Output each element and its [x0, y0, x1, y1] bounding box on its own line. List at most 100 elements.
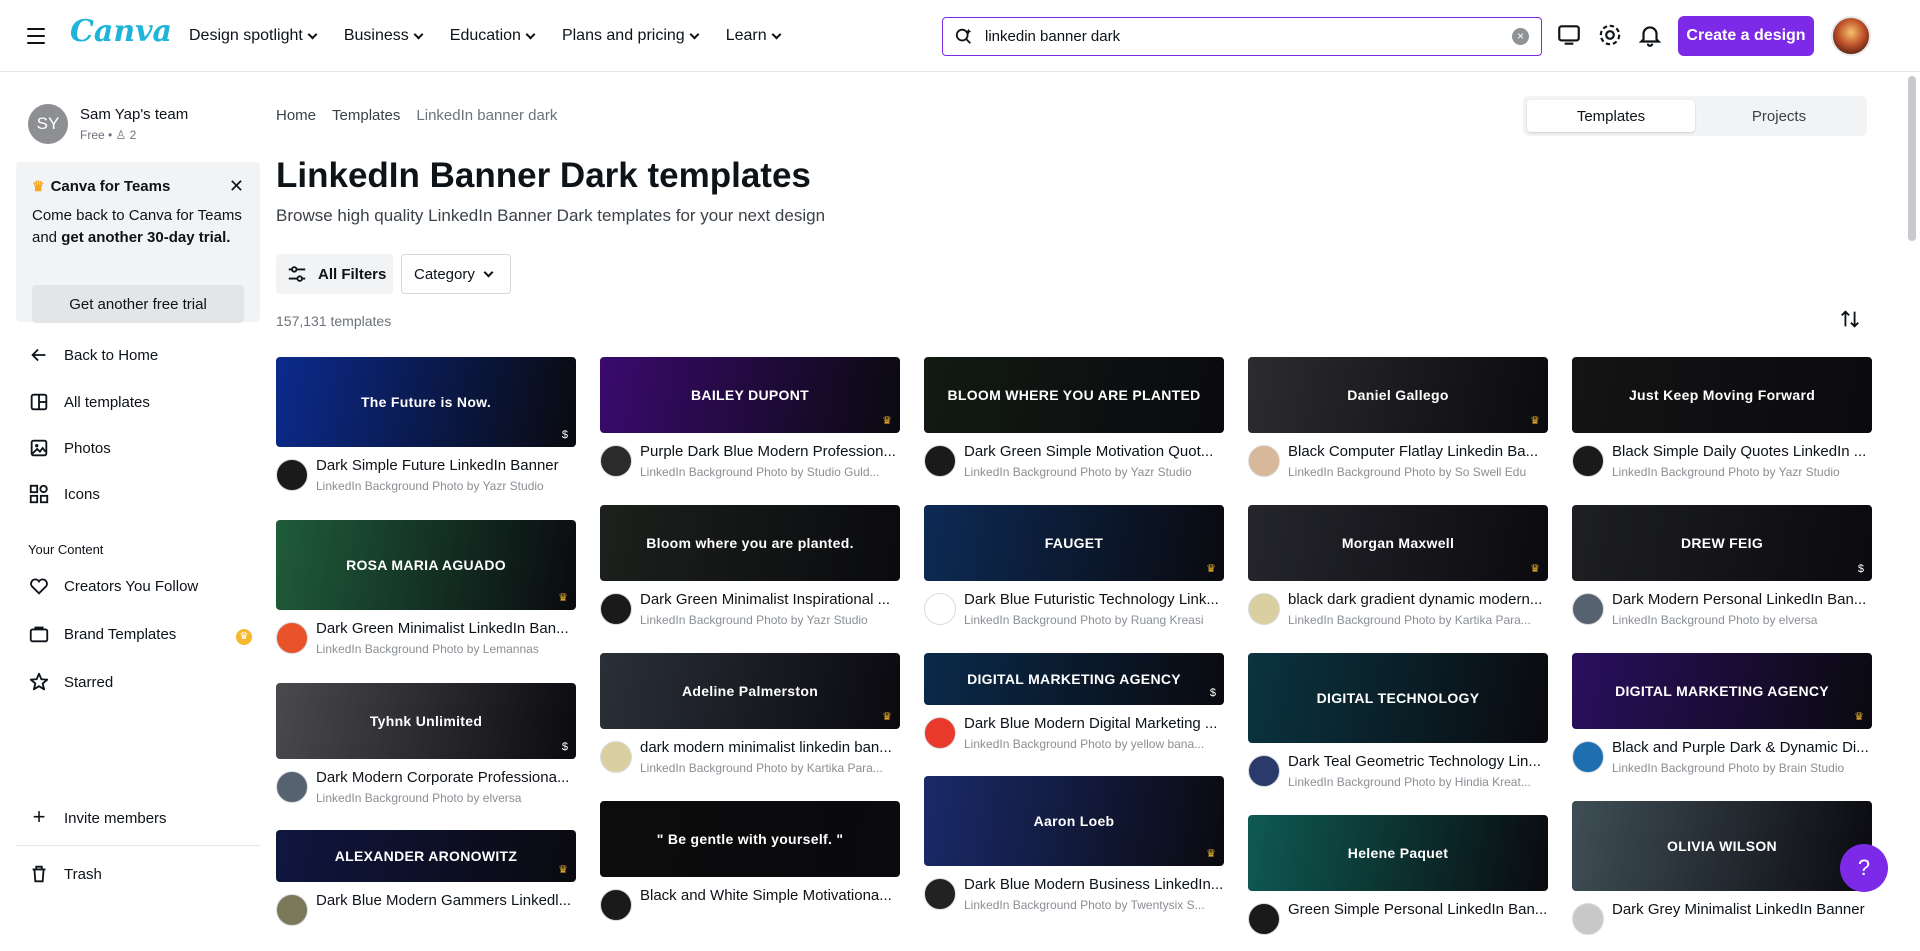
creator-avatar[interactable]: [1248, 903, 1280, 935]
creator-avatar[interactable]: [276, 622, 308, 654]
breadcrumb-home[interactable]: Home: [276, 107, 316, 124]
menu-icon[interactable]: [24, 24, 48, 48]
template-thumbnail[interactable]: Bloom where you are planted.: [600, 505, 900, 581]
notifications-bell-icon[interactable]: [1637, 22, 1663, 48]
all-filters-button[interactable]: All Filters: [276, 254, 393, 294]
sidebar-item-icons[interactable]: Icons: [28, 483, 100, 505]
template-title[interactable]: Green Simple Personal LinkedIn Ban...: [1288, 901, 1548, 918]
nav-design-spotlight[interactable]: Design spotlight: [189, 27, 318, 45]
scrollbar-thumb[interactable]: [1908, 76, 1916, 241]
creator-avatar[interactable]: [1248, 445, 1280, 477]
category-dropdown[interactable]: Category: [401, 254, 511, 294]
template-card[interactable]: DIGITAL MARKETING AGENCY ♛ Black and Purpl…: [1572, 653, 1872, 789]
template-card[interactable]: DREW FEIG $ Dark Modern Personal LinkedIn …: [1572, 505, 1872, 641]
search-input[interactable]: linkedin banner dark ×: [942, 17, 1542, 56]
template-thumbnail[interactable]: DIGITAL MARKETING AGENCY ♛: [1572, 653, 1872, 729]
sort-icon[interactable]: [1839, 308, 1861, 330]
template-thumbnail[interactable]: Adeline Palmerston ♛: [600, 653, 900, 729]
template-card[interactable]: Morgan Maxwell ♛ black dark gradient dynam…: [1248, 505, 1548, 641]
template-thumbnail[interactable]: DIGITAL MARKETING AGENCY $: [924, 653, 1224, 705]
template-card[interactable]: Bloom where you are planted. Dark Green M…: [600, 505, 900, 641]
desktop-app-icon[interactable]: [1556, 22, 1582, 48]
user-avatar[interactable]: [1831, 16, 1871, 56]
template-card[interactable]: ROSA MARIA AGUADO ♛ Dark Green Minimalist …: [276, 520, 576, 670]
template-thumbnail[interactable]: ROSA MARIA AGUADO ♛: [276, 520, 576, 610]
creator-avatar[interactable]: [924, 717, 956, 749]
tab-projects[interactable]: Projects: [1695, 100, 1863, 132]
template-title[interactable]: dark modern minimalist linkedin ban...: [640, 739, 900, 756]
template-title[interactable]: Dark Blue Modern Business LinkedIn...: [964, 876, 1224, 893]
creator-avatar[interactable]: [600, 741, 632, 773]
sidebar-item-trash[interactable]: Trash: [28, 863, 102, 885]
settings-gear-icon[interactable]: [1597, 22, 1623, 48]
close-icon[interactable]: ✕: [229, 176, 244, 197]
template-thumbnail[interactable]: Helene Paquet: [1248, 815, 1548, 891]
create-design-button[interactable]: Create a design: [1678, 16, 1814, 56]
creator-avatar[interactable]: [1572, 741, 1604, 773]
nav-business[interactable]: Business: [344, 27, 424, 45]
template-thumbnail[interactable]: Tyhnk Unlimited $: [276, 683, 576, 759]
template-card[interactable]: ALEXANDER ARONOWITZ ♛ Dark Blue Modern Gam…: [276, 830, 576, 942]
template-card[interactable]: Aaron Loeb ♛ Dark Blue Modern Business Lin…: [924, 776, 1224, 926]
template-card[interactable]: Daniel Gallego ♛ Black Computer Flatlay Li…: [1248, 357, 1548, 493]
clear-search-icon[interactable]: ×: [1512, 28, 1529, 45]
creator-avatar[interactable]: [276, 771, 308, 803]
template-card[interactable]: Helene Paquet Green Simple Personal Linke…: [1248, 815, 1548, 951]
creator-avatar[interactable]: [924, 593, 956, 625]
sidebar-item-photos[interactable]: Photos: [28, 437, 111, 459]
team-avatar[interactable]: SY: [28, 104, 68, 144]
creator-avatar[interactable]: [924, 445, 956, 477]
template-title[interactable]: Black Computer Flatlay Linkedin Ba...: [1288, 443, 1548, 460]
sidebar-item-back-home[interactable]: Back to Home: [28, 344, 158, 366]
sidebar-item-starred[interactable]: Starred: [28, 671, 113, 693]
template-thumbnail[interactable]: " Be gentle with yourself. ": [600, 801, 900, 877]
page-scrollbar[interactable]: [1906, 72, 1918, 911]
sidebar-item-brand-templates[interactable]: Brand Templates: [28, 623, 176, 645]
template-card[interactable]: DIGITAL MARKETING AGENCY $ Dark Blue Moder…: [924, 653, 1224, 765]
template-card[interactable]: " Be gentle with yourself. " Black and Wh…: [600, 801, 900, 937]
nav-plans-pricing[interactable]: Plans and pricing: [562, 27, 700, 45]
template-card[interactable]: BLOOM WHERE YOU ARE PLANTED Dark Green Si…: [924, 357, 1224, 493]
breadcrumb-templates[interactable]: Templates: [332, 107, 400, 124]
template-title[interactable]: Dark Blue Modern Gammers Linkedl...: [316, 892, 576, 909]
template-card[interactable]: BAILEY DUPONT ♛ Purple Dark Blue Modern Pr…: [600, 357, 900, 493]
creator-avatar[interactable]: [600, 889, 632, 921]
template-title[interactable]: Dark Green Minimalist LinkedIn Ban...: [316, 620, 576, 637]
creator-avatar[interactable]: [1248, 593, 1280, 625]
creator-avatar[interactable]: [924, 878, 956, 910]
free-trial-button[interactable]: Get another free trial: [32, 285, 244, 323]
template-title[interactable]: Dark Green Minimalist Inspirational ...: [640, 591, 900, 608]
template-thumbnail[interactable]: BAILEY DUPONT ♛: [600, 357, 900, 433]
template-title[interactable]: Dark Modern Corporate Professiona...: [316, 769, 576, 786]
template-card[interactable]: Adeline Palmerston ♛ dark modern minimalis…: [600, 653, 900, 789]
template-title[interactable]: Purple Dark Blue Modern Profession...: [640, 443, 900, 460]
template-thumbnail[interactable]: Just Keep Moving Forward: [1572, 357, 1872, 433]
template-title[interactable]: Dark Teal Geometric Technology Lin...: [1288, 753, 1548, 770]
creator-avatar[interactable]: [1572, 445, 1604, 477]
creator-avatar[interactable]: [1572, 593, 1604, 625]
sidebar-item-all-templates[interactable]: All templates: [28, 391, 150, 413]
sidebar-item-creators[interactable]: Creators You Follow: [28, 575, 198, 597]
creator-avatar[interactable]: [600, 445, 632, 477]
template-title[interactable]: Dark Blue Modern Digital Marketing ...: [964, 715, 1224, 732]
nav-education[interactable]: Education: [450, 27, 536, 45]
canva-logo[interactable]: Canva: [70, 14, 172, 49]
template-card[interactable]: Tyhnk Unlimited $ Dark Modern Corporate Pr…: [276, 683, 576, 819]
creator-avatar[interactable]: [1248, 755, 1280, 787]
template-title[interactable]: Dark Blue Futuristic Technology Link...: [964, 591, 1224, 608]
template-card[interactable]: The Future is Now. $ Dark Simple Future Li…: [276, 357, 576, 507]
template-title[interactable]: Dark Grey Minimalist LinkedIn Banner: [1612, 901, 1872, 918]
template-thumbnail[interactable]: Morgan Maxwell ♛: [1248, 505, 1548, 581]
invite-members-button[interactable]: + Invite members: [28, 806, 167, 829]
template-thumbnail[interactable]: The Future is Now. $: [276, 357, 576, 447]
template-card[interactable]: Just Keep Moving Forward Black Simple Dai…: [1572, 357, 1872, 493]
help-button[interactable]: ?: [1840, 844, 1888, 892]
creator-avatar[interactable]: [1572, 903, 1604, 935]
nav-learn[interactable]: Learn: [726, 27, 782, 45]
template-title[interactable]: Dark Modern Personal LinkedIn Ban...: [1612, 591, 1872, 608]
template-thumbnail[interactable]: DIGITAL TECHNOLOGY: [1248, 653, 1548, 743]
template-title[interactable]: black dark gradient dynamic modern...: [1288, 591, 1548, 608]
template-card[interactable]: DIGITAL TECHNOLOGY Dark Teal Geometric Te…: [1248, 653, 1548, 803]
template-thumbnail[interactable]: BLOOM WHERE YOU ARE PLANTED: [924, 357, 1224, 433]
tab-templates[interactable]: Templates: [1527, 100, 1695, 132]
